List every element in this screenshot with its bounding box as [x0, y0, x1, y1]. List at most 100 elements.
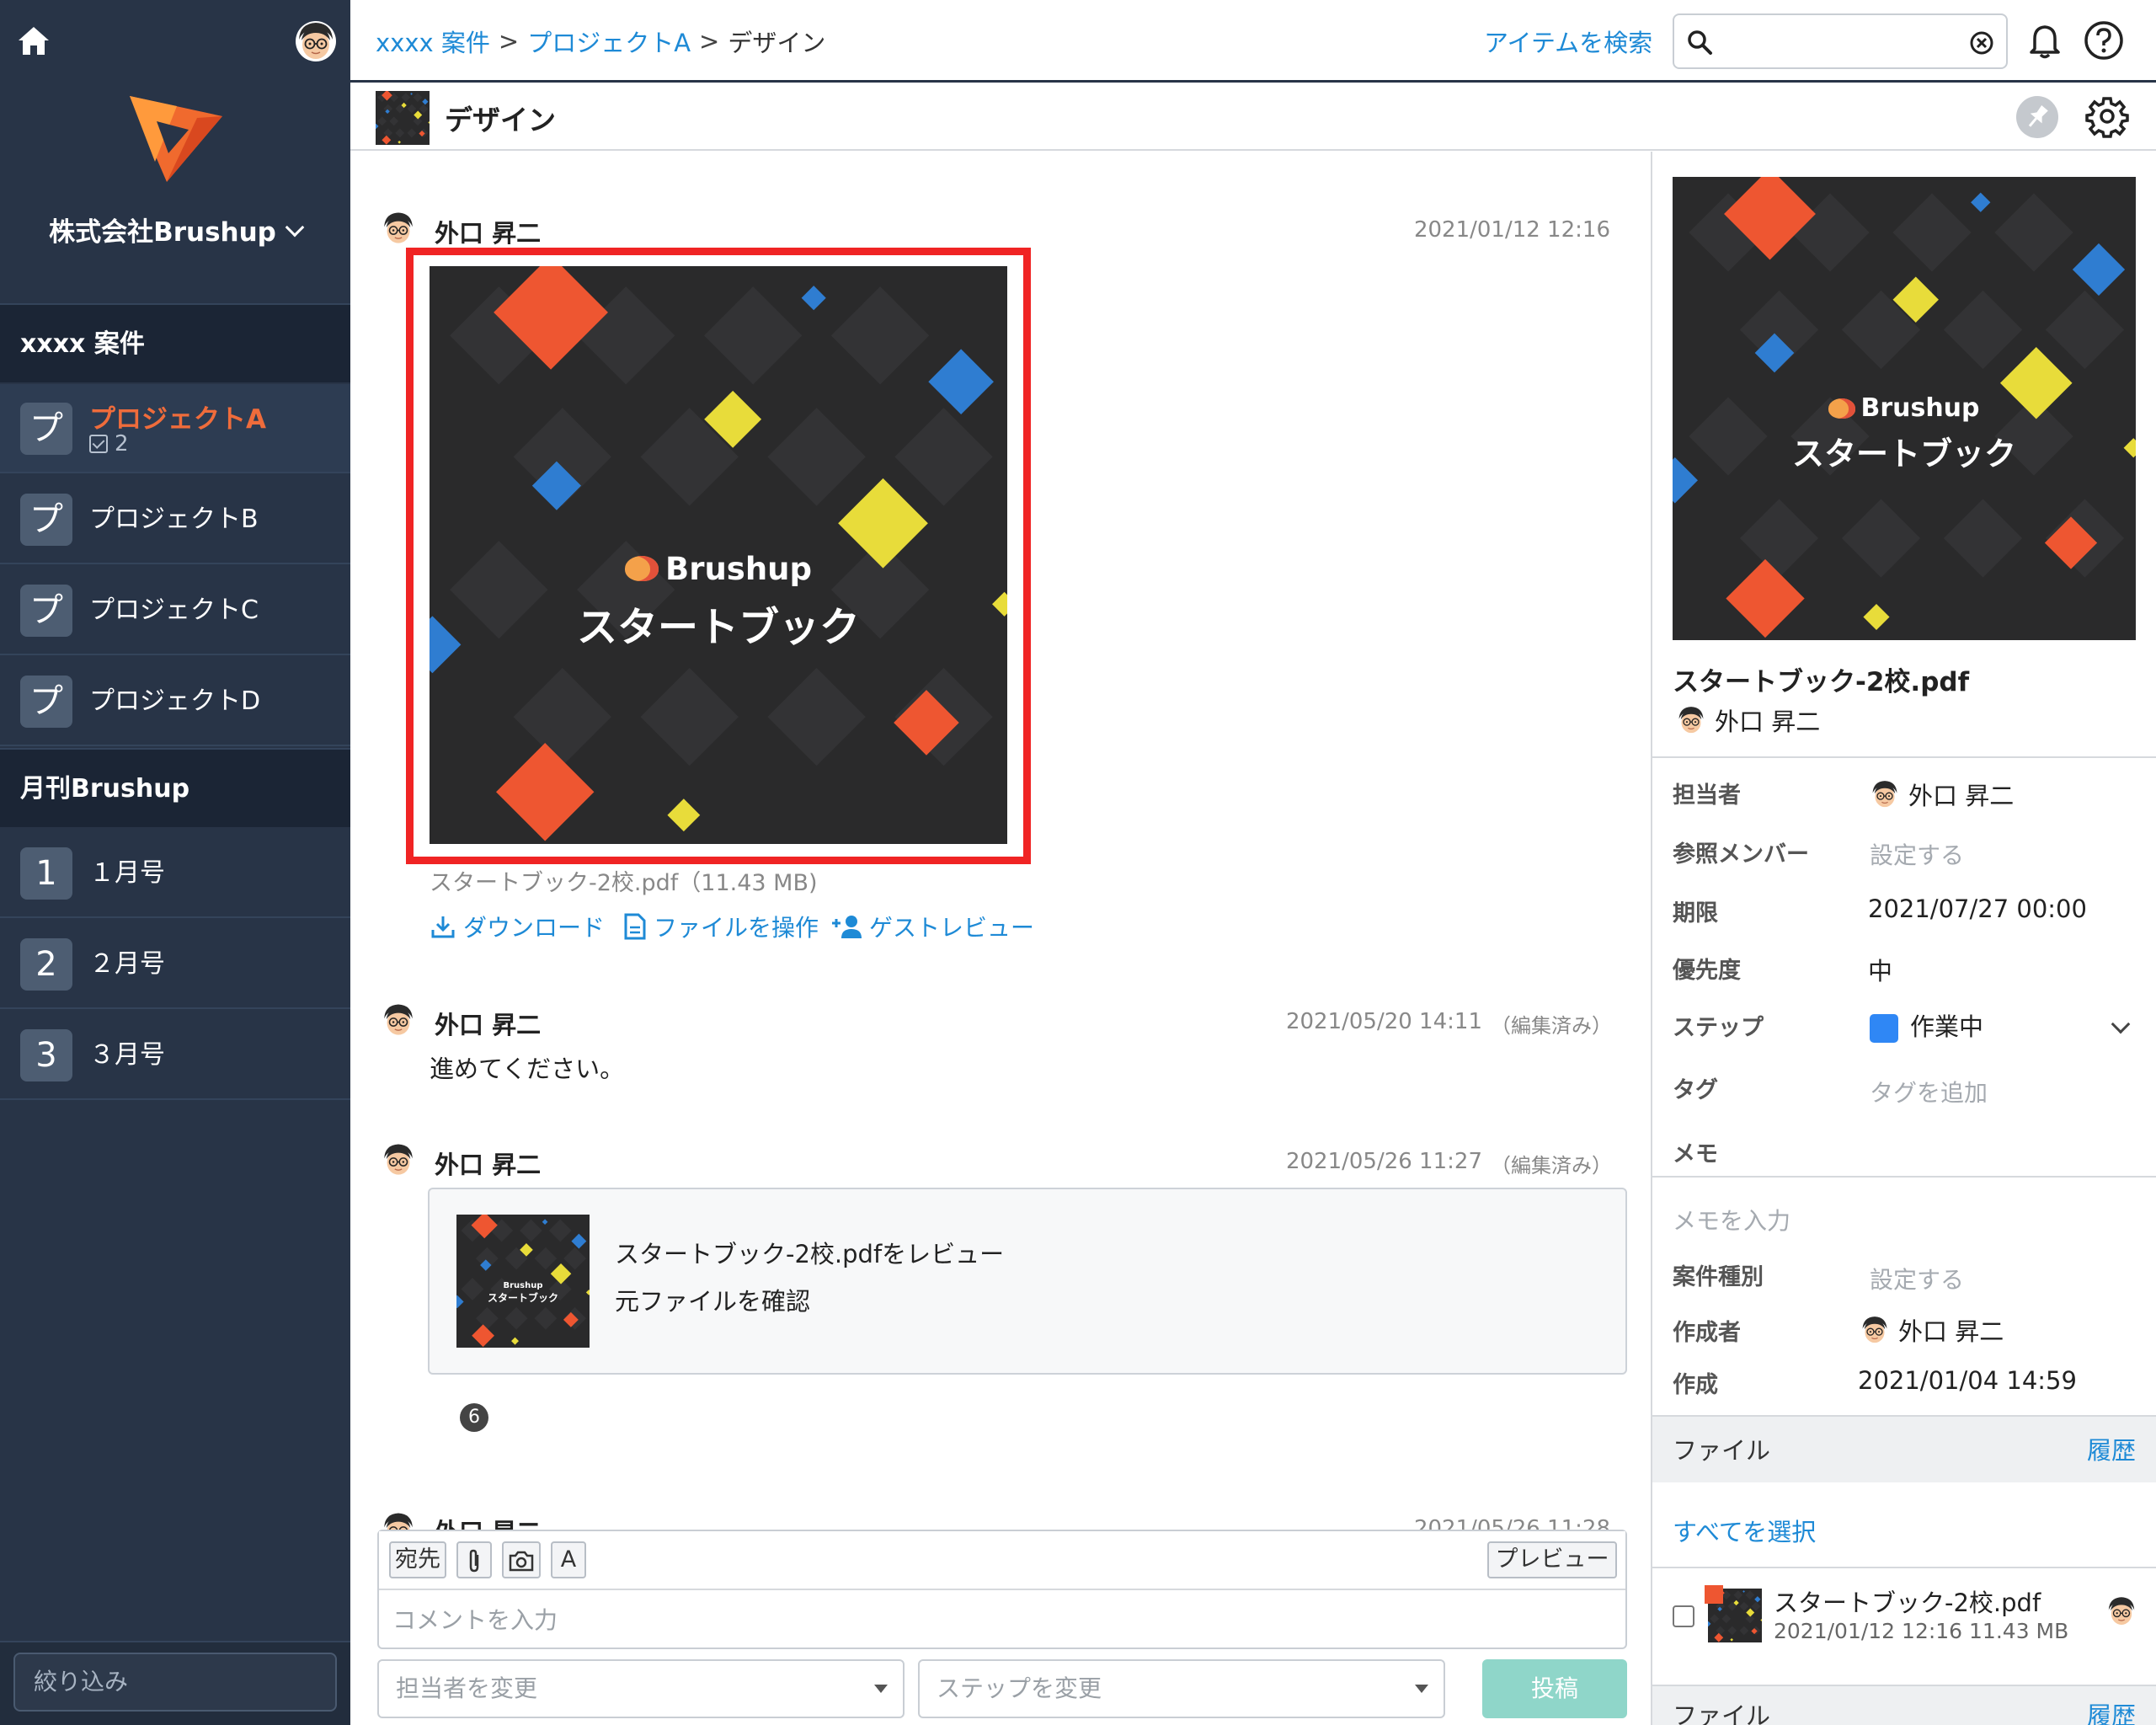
attach-button[interactable] [456, 1541, 492, 1578]
assignee-value[interactable]: 外口 昇二 [1870, 777, 2014, 812]
sidebar-item-project-c[interactable]: プ プロジェクトC [0, 566, 350, 655]
guest-review-link[interactable]: ゲストレビュー [830, 910, 1034, 943]
assignee-select-label: 担当者を変更 [396, 1674, 538, 1702]
panel-file-name: スタートブック-2校.pdf [1673, 667, 1970, 697]
download-link[interactable]: ダウンロード [430, 910, 605, 943]
tag-value[interactable]: タグを追加 [1870, 1075, 1988, 1108]
assignee-select[interactable]: 担当者を変更 [377, 1659, 905, 1718]
members-value[interactable]: 設定する [1870, 837, 1964, 871]
bell-icon[interactable] [2025, 20, 2065, 61]
file-thumbnail[interactable] [1705, 1585, 1762, 1642]
post-button[interactable]: 投稿 [1482, 1659, 1627, 1718]
user-avatar [1676, 705, 1706, 735]
assignee-name: 外口 昇二 [1908, 782, 2015, 810]
issue-label: １月号 [89, 858, 165, 888]
files-section-header-2: ファイル 履歴 [1652, 1685, 2156, 1725]
font-button[interactable]: A [551, 1541, 586, 1578]
members-label: 参照メンバー [1673, 841, 1809, 868]
gear-icon[interactable] [2085, 94, 2129, 138]
breadcrumb-separator: > [699, 27, 720, 56]
review-thumbnail[interactable]: Brushup スタートブック [456, 1215, 590, 1348]
item-thumbnail [376, 91, 430, 145]
panel-preview[interactable]: Brushup スタートブック [1673, 177, 2136, 640]
sidebar-item-jan[interactable]: 1 １月号 [0, 829, 350, 918]
divider [1652, 756, 2156, 758]
brushup-logo-icon [126, 88, 226, 187]
assignee-label: 担当者 [1673, 782, 1741, 809]
add-user-icon [832, 916, 862, 938]
due-value[interactable]: 2021/07/27 00:00 [1868, 895, 2087, 923]
company-switcher[interactable]: 株式会社Brushup [0, 211, 350, 248]
file-marker-icon [1705, 1585, 1723, 1604]
history-link[interactable]: 履歴 [2087, 1417, 2136, 1484]
project-badge: プ [20, 676, 72, 728]
file-checkbox[interactable] [1673, 1605, 1694, 1627]
search-input[interactable] [1673, 13, 2008, 69]
breadcrumb-current: デザイン [728, 29, 826, 57]
project-label: プロジェクトD [89, 686, 261, 716]
comment-input[interactable]: コメントを入力 [392, 1602, 558, 1636]
cover-brand: Brushup [503, 1281, 543, 1290]
home-icon[interactable] [15, 22, 52, 59]
caret-down-icon [1415, 1685, 1428, 1693]
view-original-link[interactable]: 元ファイルを確認 [615, 1282, 810, 1317]
sidebar-section-monthly[interactable]: 月刊Brushup [0, 748, 350, 827]
sidebar-item-project-b[interactable]: プ プロジェクトB [0, 475, 350, 564]
download-label: ダウンロード [463, 914, 606, 942]
file-row-meta: 2021/01/12 12:16 11.43 MB [1774, 1619, 2069, 1643]
camera-button[interactable] [502, 1541, 541, 1578]
message-timestamp: 2021/05/20 14:11 [1285, 1009, 1482, 1034]
edited-marker: （編集済み） [1491, 1154, 1612, 1178]
priority-value[interactable]: 中 [1868, 952, 1892, 987]
history-link[interactable]: 履歴 [2087, 1686, 2136, 1725]
memo-input[interactable]: メモを入力 [1673, 1203, 1790, 1236]
edited-marker: （編集済み） [1491, 1014, 1612, 1038]
user-avatar [1860, 1315, 1890, 1345]
breadcrumb-cases[interactable]: xxxx 案件 [376, 24, 490, 59]
checkbox-icon [89, 435, 108, 453]
item-search-link[interactable]: アイテムを検索 [1484, 24, 1652, 59]
user-avatar[interactable] [295, 20, 337, 62]
creator-value: 外口 昇二 [1860, 1312, 2004, 1348]
file-operate-link[interactable]: ファイルを操作 [623, 910, 819, 943]
help-icon[interactable] [2082, 19, 2126, 62]
review-cover-text: Brushup スタートブック [456, 1215, 590, 1348]
issue-badge: 1 [20, 847, 72, 900]
case-type-label: 案件種別 [1673, 1264, 1764, 1290]
memo-label: メモ [1673, 1141, 1718, 1167]
file-caption: スタートブック-2校.pdf（11.43 MB) [430, 870, 818, 896]
title-bar [350, 85, 2156, 151]
file-row-name[interactable]: スタートブック-2校.pdf [1774, 1583, 2041, 1619]
step-value[interactable]: 作業中 [1870, 1007, 1983, 1043]
breadcrumb-separator: > [498, 27, 520, 56]
file-operate-label: ファイルを操作 [654, 914, 819, 942]
clear-icon[interactable] [1969, 30, 1994, 56]
sidebar-item-project-d[interactable]: プ プロジェクトD [0, 657, 350, 746]
comment-count-badge[interactable]: 6 [460, 1403, 488, 1432]
preview-button[interactable]: プレビュー [1487, 1541, 1617, 1578]
cover-title: スタートブック [487, 1292, 558, 1304]
message-timestamp: 2021/01/12 12:16 [1413, 217, 1610, 243]
search-icon [1688, 30, 1712, 55]
case-type-value[interactable]: 設定する [1870, 1262, 1964, 1295]
review-text: スタートブック-2校.pdfをレビュー [615, 1240, 1005, 1268]
sidebar-item-feb[interactable]: 2 ２月号 [0, 920, 350, 1009]
partial-message: 外口 昇二 2021/05/26 11:28 [371, 1496, 1634, 1530]
step-select[interactable]: ステップを変更 [918, 1659, 1445, 1718]
file-preview[interactable]: Brushup スタートブック [430, 266, 1007, 844]
sidebar-section-cases[interactable]: xxxx 案件 [0, 303, 350, 382]
sidebar-item-project-a[interactable]: プ プロジェクトA 2 [0, 384, 350, 473]
panel-owner: 外口 昇二 [1676, 702, 1820, 738]
divider [1652, 1176, 2156, 1178]
filter-input[interactable]: 絞り込み [13, 1653, 337, 1712]
issue-label: ３月号 [89, 1040, 165, 1070]
sidebar: 株式会社Brushup xxxx 案件 プ プロジェクトA 2 プ プロジェクト… [0, 0, 350, 1725]
paperclip-icon [469, 1549, 479, 1573]
user-avatar [381, 211, 416, 246]
sidebar-item-mar[interactable]: 3 ３月号 [0, 1011, 350, 1100]
select-all-link[interactable]: すべてを選択 [1673, 1513, 1816, 1548]
pin-icon[interactable] [2016, 96, 2058, 138]
breadcrumb-project[interactable]: プロジェクトA [527, 24, 691, 59]
mention-button[interactable]: 宛先 [389, 1541, 446, 1578]
issue-badge: 2 [20, 938, 72, 991]
